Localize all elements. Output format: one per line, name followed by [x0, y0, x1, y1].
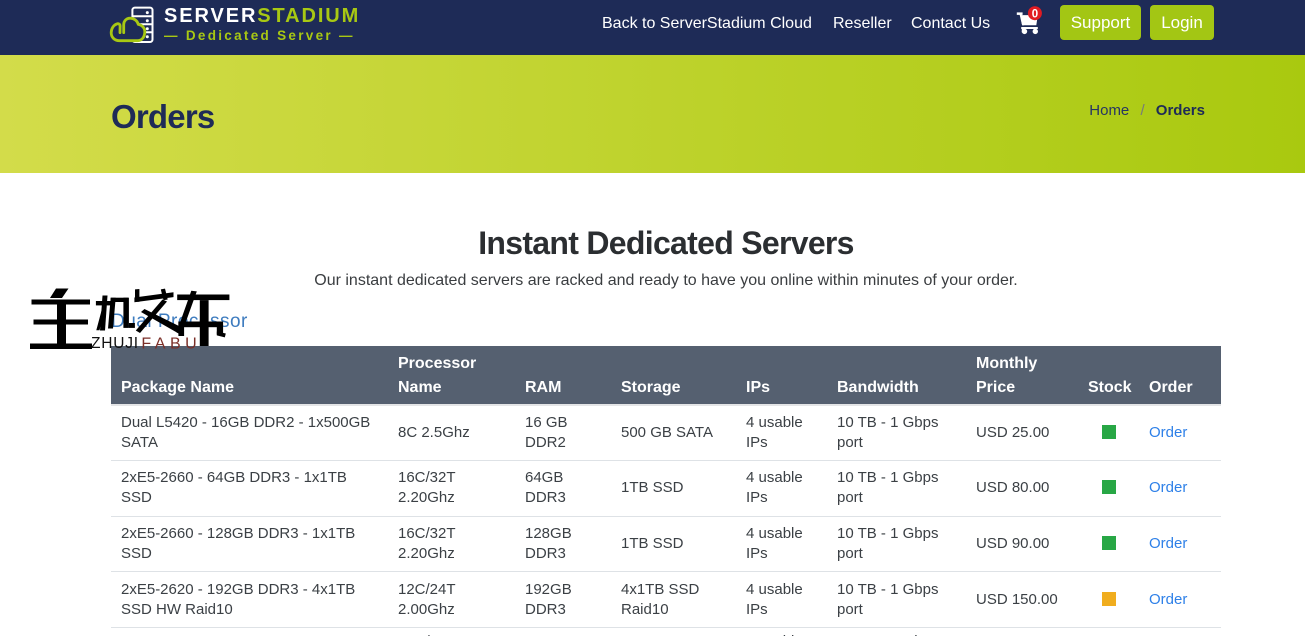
svg-text:0: 0 — [1032, 8, 1038, 20]
